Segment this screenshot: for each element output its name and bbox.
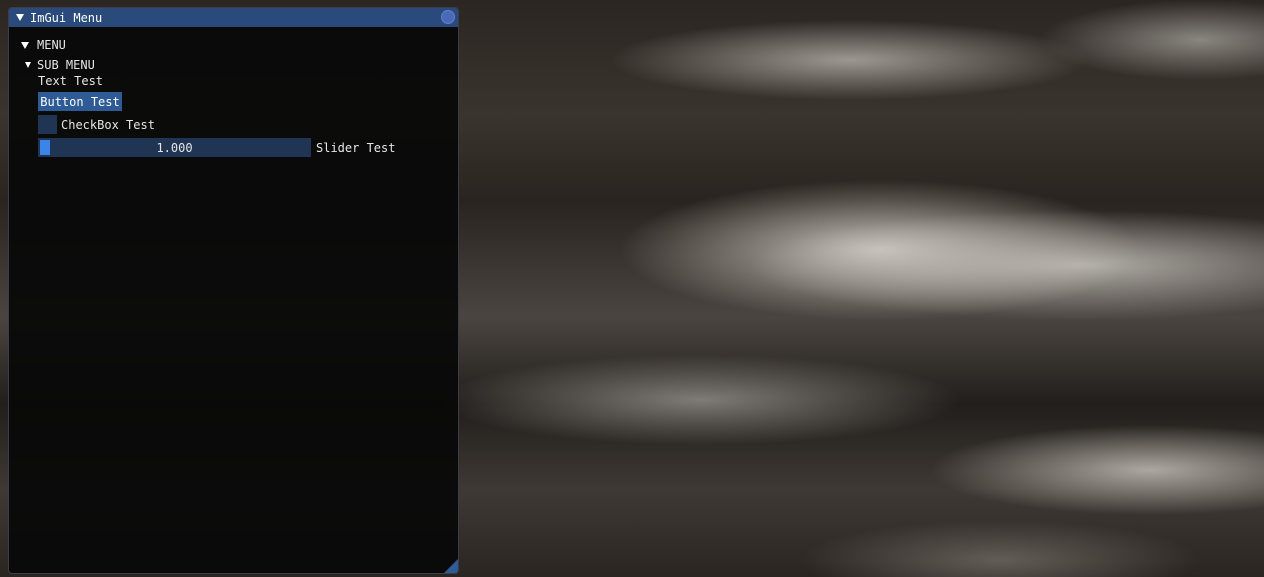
checkbox-row[interactable]: CheckBox Test — [38, 115, 155, 134]
triangle-down-icon — [25, 62, 31, 68]
slider-grab-handle[interactable] — [40, 140, 50, 155]
window-titlebar[interactable]: ImGui Menu — [9, 8, 458, 27]
submenu-header-label: SUB MENU — [37, 58, 95, 72]
button-test[interactable]: Button Test — [38, 92, 122, 111]
slider-row[interactable]: 1.000 Slider Test — [38, 138, 395, 157]
checkbox-test[interactable] — [38, 115, 57, 134]
slider-test-label: Slider Test — [316, 140, 396, 155]
submenu-tree-node[interactable]: SUB MENU — [25, 58, 95, 72]
window-title: ImGui Menu — [30, 10, 103, 25]
slider-value: 1.000 — [156, 140, 193, 155]
menu-tree-node[interactable]: MENU — [21, 38, 66, 52]
text-test-label: Text Test — [38, 74, 103, 88]
text-test: Text Test — [38, 74, 104, 88]
slider-test[interactable]: 1.000 — [38, 138, 311, 157]
resize-grip-icon[interactable] — [444, 559, 458, 573]
button-test-label: Button Test — [40, 94, 120, 109]
checkbox-test-label: CheckBox Test — [61, 117, 155, 132]
triangle-down-icon — [21, 41, 29, 49]
imgui-window[interactable]: ImGui Menu MENU SUB MENU Text Test Butto… — [8, 7, 459, 574]
close-icon[interactable] — [441, 10, 455, 24]
collapse-arrow-icon[interactable] — [16, 14, 24, 21]
menu-header-label: MENU — [37, 38, 66, 52]
